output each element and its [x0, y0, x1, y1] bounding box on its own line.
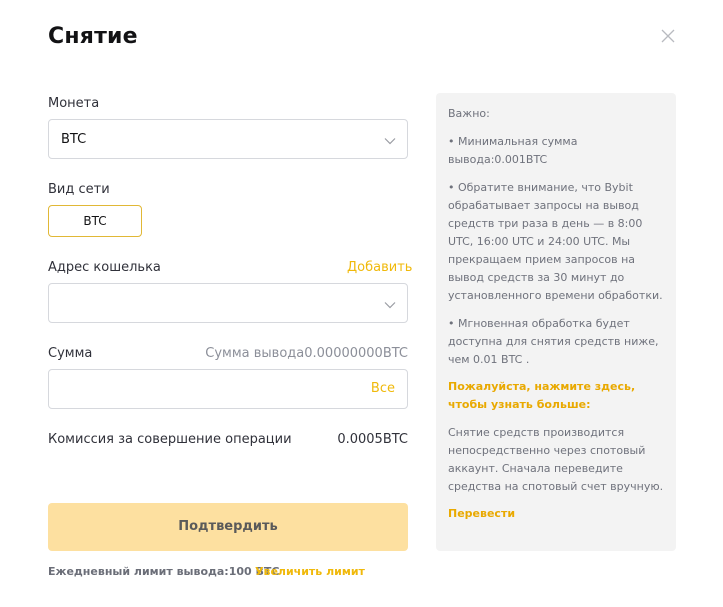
coin-selected-value: BTC [61, 132, 87, 147]
info-bullet-min-amount: • Минимальная сумма вывода:0.001BTC [448, 135, 578, 166]
coin-label: Монета [48, 96, 100, 111]
spot-account-note: Снятие средств производится непосредстве… [448, 426, 664, 493]
wallet-address-select[interactable] [48, 283, 408, 323]
network-label: Вид сети [48, 182, 110, 197]
info-bullet-schedule: • Обратите внимание, что Bybit обрабатыв… [448, 181, 663, 302]
increase-limit-link[interactable]: Увеличить лимит [255, 565, 365, 578]
important-heading: Важно: [448, 107, 490, 120]
wallet-address-label: Адрес кошелька [48, 260, 161, 275]
coin-select[interactable]: BTC [48, 119, 408, 159]
max-all-button[interactable]: Все [371, 381, 395, 396]
daily-limit-text: Ежедневный лимит вывода:100 BTC [48, 565, 280, 578]
info-bullet-instant: • Мгновенная обработка будет доступна дл… [448, 317, 659, 366]
network-option-btc[interactable]: BTC [48, 205, 142, 237]
modal-title: Снятие [48, 24, 138, 49]
chevron-down-icon [383, 297, 397, 311]
fee-label: Комиссия за совершение операции [48, 432, 292, 447]
chevron-down-icon [383, 133, 397, 147]
info-panel: Важно: • Минимальная сумма вывода:0.001B… [436, 93, 676, 551]
add-address-link[interactable]: Добавить [347, 260, 412, 275]
amount-label: Сумма [48, 346, 93, 361]
withdraw-modal: Снятие Монета BTC Вид сети BTC Адрес кош… [0, 0, 723, 607]
amount-input[interactable]: Все [48, 369, 408, 409]
fee-value: 0.0005BTC [337, 432, 408, 447]
transfer-link[interactable]: Перевести [448, 505, 670, 523]
available-amount: Сумма вывода0.00000000BTC [205, 346, 408, 361]
close-icon[interactable] [658, 26, 678, 46]
confirm-button[interactable]: Подтвердить [48, 503, 408, 551]
learn-more-link[interactable]: Пожалуйста, нажмите здесь, чтобы узнать … [448, 378, 670, 414]
